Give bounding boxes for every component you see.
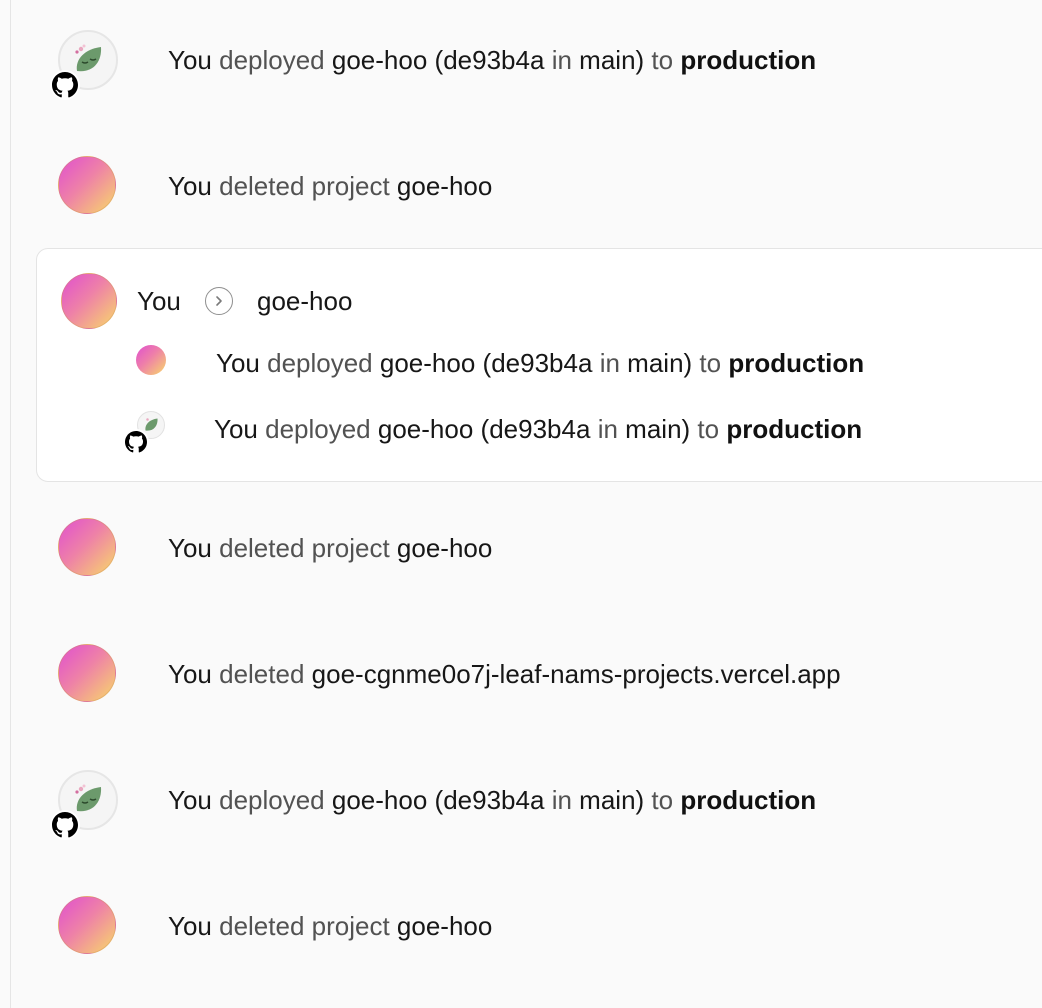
actor: You <box>214 414 258 444</box>
project-link[interactable]: goe-hoo <box>332 785 427 815</box>
activity-text: You deleted project goe-hoo <box>168 910 492 942</box>
branch-name: main) <box>579 785 645 815</box>
commit-link[interactable]: de93b4a <box>491 348 592 378</box>
activity-text: You deleted project goe-hoo <box>168 532 492 564</box>
activity-group-card: You goe-hoo You deployed goe-hoo (de93b4… <box>36 248 1042 482</box>
action: deleted <box>219 659 305 689</box>
activity-text: You deployed goe-hoo (de93b4a in main) t… <box>216 347 864 379</box>
branch-name: main) <box>579 45 645 75</box>
commit-paren-open: ( <box>434 785 444 815</box>
group-actor: You <box>137 286 181 316</box>
project-name: goe-hoo <box>396 533 493 563</box>
domain-name: goe-cgnme0o7j-leaf-nams-projects.vercel.… <box>311 659 841 689</box>
project-link[interactable]: goe-hoo <box>332 45 427 75</box>
in-word: in <box>551 45 572 75</box>
actor: You <box>168 911 212 941</box>
actor: You <box>216 348 260 378</box>
activity-item: You deleted goe-cgnme0o7j-leaf-nams-proj… <box>0 614 1042 740</box>
action: deleted project <box>219 171 390 201</box>
action: deleted project <box>219 911 390 941</box>
environment-link[interactable]: production <box>680 45 816 75</box>
commit-paren-open: ( <box>482 348 492 378</box>
environment-link[interactable]: production <box>726 414 862 444</box>
in-word: in <box>597 414 618 444</box>
user-avatar <box>58 896 118 956</box>
commit-link[interactable]: de93b4a <box>443 45 544 75</box>
environment-link[interactable]: production <box>680 785 816 815</box>
actor: You <box>168 659 212 689</box>
activity-feed: You deployed goe-hoo (de93b4a in main) t… <box>0 0 1042 1008</box>
commit-link[interactable]: de93b4a <box>443 785 544 815</box>
environment-link[interactable]: production <box>728 348 864 378</box>
github-icon <box>123 429 149 455</box>
actor: You <box>168 785 212 815</box>
in-word: in <box>551 785 572 815</box>
commit-paren-open: ( <box>480 414 490 444</box>
action: deployed <box>219 45 325 75</box>
project-link[interactable]: goe-hoo <box>378 414 473 444</box>
action: deployed <box>219 785 325 815</box>
activity-text: You deleted project goe-hoo <box>168 170 492 202</box>
activity-item: You deployed goe-hoo (de93b4a in main) t… <box>0 0 1042 126</box>
to-word: to <box>651 45 674 75</box>
branch-name: main) <box>627 348 693 378</box>
activity-text: You deployed goe-hoo (de93b4a in main) t… <box>214 413 862 445</box>
to-word: to <box>699 348 722 378</box>
activity-text: You deployed goe-hoo (de93b4a in main) t… <box>168 44 816 76</box>
project-name: goe-hoo <box>396 911 493 941</box>
commit-paren-open: ( <box>434 45 444 75</box>
github-icon <box>50 70 80 100</box>
to-word: to <box>651 785 674 815</box>
action: deployed <box>265 414 371 444</box>
actor: You <box>168 45 212 75</box>
project-link[interactable]: goe-hoo <box>380 348 475 378</box>
user-avatar <box>58 644 118 704</box>
activity-item: You deleted project goe-hoo <box>0 126 1042 252</box>
actor: You <box>168 533 212 563</box>
group-sub-item: You deployed goe-hoo (de93b4a in main) t… <box>37 333 1037 393</box>
activity-text: You deployed goe-hoo (de93b4a in main) t… <box>168 784 816 816</box>
activity-item: You deleted project goe-hoo <box>0 488 1042 614</box>
chevron-right-circle-icon[interactable] <box>205 287 233 315</box>
user-avatar <box>58 518 118 578</box>
activity-text: You deleted goe-cgnme0o7j-leaf-nams-proj… <box>168 658 841 690</box>
github-icon <box>50 810 80 840</box>
group-project[interactable]: goe-hoo <box>257 285 352 317</box>
user-avatar <box>61 273 117 329</box>
user-avatar-small <box>136 345 166 375</box>
group-sub-item: You deployed goe-hoo (de93b4a in main) t… <box>37 399 1037 459</box>
to-word: to <box>697 414 720 444</box>
in-word: in <box>599 348 620 378</box>
user-avatar <box>58 156 118 216</box>
commit-link[interactable]: de93b4a <box>489 414 590 444</box>
project-name: goe-hoo <box>396 171 493 201</box>
action: deployed <box>267 348 373 378</box>
actor: You <box>168 171 212 201</box>
activity-item: You deleted project goe-hoo <box>0 866 1042 992</box>
action: deleted project <box>219 533 390 563</box>
activity-item: You deployed goe-hoo (de93b4a in main) t… <box>0 740 1042 866</box>
branch-name: main) <box>625 414 691 444</box>
